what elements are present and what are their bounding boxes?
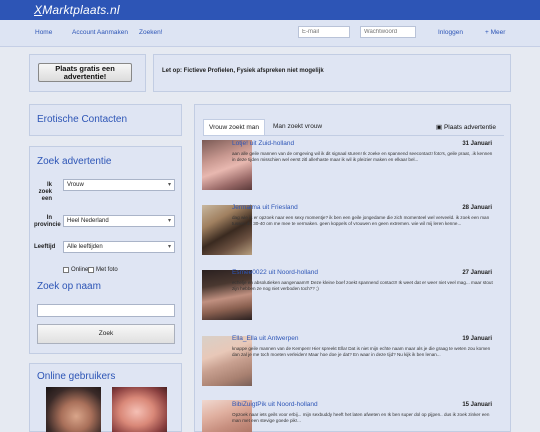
leeftijd-value: Alle leeftijden <box>67 244 103 250</box>
leeftijd-label: Leeftijd <box>34 244 56 250</box>
listing-date: 19 Januari <box>462 336 492 342</box>
listing-name[interactable]: BibiZuigtPik uit Noord-holland <box>232 401 318 408</box>
online-user-photo[interactable] <box>46 387 101 432</box>
search-title: Zoek advertentie <box>37 156 112 167</box>
name-search-input[interactable] <box>37 304 175 317</box>
listing-photo[interactable] <box>202 336 252 386</box>
listing-photo[interactable] <box>202 205 252 255</box>
online-users-title: Online gebruikers <box>37 371 116 382</box>
place-ad-label: Plaats advertentie <box>443 124 497 131</box>
logo-x: X <box>34 3 43 17</box>
logo-text: Marktplaats.nl <box>42 3 120 17</box>
more-link[interactable]: + Meer <box>485 29 505 36</box>
photo-checkbox[interactable] <box>88 267 94 273</box>
chevron-down-icon: ▾ <box>167 244 171 250</box>
provincie-label: In provincie <box>34 215 61 228</box>
listing-text: echelje en absolutieken aangenaam!!! Dez… <box>232 280 493 292</box>
chevron-down-icon: ▾ <box>167 218 171 224</box>
site-logo[interactable]: XMarktplaats.nl <box>34 3 120 17</box>
ik-zoek-value: Vrouw <box>67 182 84 188</box>
listing-name[interactable]: Ella_Ella uit Antwerpen <box>232 335 299 342</box>
erotic-contacts-title: Erotische Contacten <box>37 114 128 125</box>
login-link[interactable]: Inloggen <box>438 29 463 36</box>
notice-panel: Let op: Fictieve Profielen, Fysiek afspr… <box>153 54 511 92</box>
tab-man-zoekt-vrouw[interactable]: Man zoekt vrouw <box>273 123 322 130</box>
email-field[interactable] <box>298 26 350 38</box>
listing-text: dag wie is er opzoek naar een sexy momen… <box>232 215 490 227</box>
listing-text: Opzoek naar iets geils voor erbij... mij… <box>232 412 490 424</box>
online-checkbox[interactable] <box>63 267 69 273</box>
password-field[interactable] <box>360 26 416 38</box>
nav-account-create[interactable]: Account Aanmaken <box>72 29 128 36</box>
top-header: XMarktplaats.nl <box>0 0 540 20</box>
comment-icon: ▣ <box>436 124 443 131</box>
chevron-down-icon: ▾ <box>167 182 171 188</box>
cta-panel: Plaats gratis een advertentie! <box>29 54 146 92</box>
online-user-photo[interactable] <box>112 387 167 432</box>
listing-text: aan alle geile mannen van de omgeving wi… <box>232 151 493 163</box>
provincie-select[interactable]: Heel Nederland ▾ <box>63 215 175 227</box>
listing-text: knappe geile mannen van de Kempen! Hier … <box>232 346 491 358</box>
tab-divider <box>203 135 504 136</box>
listing-photo[interactable] <box>202 140 252 190</box>
erotic-contacts-panel: Erotische Contacten <box>29 104 182 136</box>
listing-date: 31 Januari <box>462 141 492 147</box>
listing-photo[interactable] <box>202 270 252 320</box>
tab-active-label: Vrouw zoekt man <box>209 124 259 131</box>
ik-zoek-label: Ik zoek een <box>38 182 52 202</box>
nav-search[interactable]: Zoeken! <box>139 29 163 36</box>
listing-name[interactable]: Esmee0022 uit Noord-holland <box>232 269 318 276</box>
listing-date: 15 Januari <box>462 402 492 408</box>
ik-zoek-select[interactable]: Vrouw ▾ <box>63 179 175 191</box>
listing-date: 27 Januari <box>462 270 492 276</box>
online-users-panel: Online gebruikers <box>29 363 182 432</box>
nav-bar: Home Account Aanmaken Zoeken! Inloggen +… <box>0 20 540 47</box>
listing-name[interactable]: Jermaima uit Friesland <box>232 204 298 211</box>
photo-label: Met foto <box>96 267 118 273</box>
search-button[interactable]: Zoek <box>37 324 175 344</box>
tab-vrouw-zoekt-man[interactable]: Vrouw zoekt man <box>203 119 265 135</box>
place-ad-button[interactable]: Plaats gratis een advertentie! <box>38 63 132 82</box>
nav-home[interactable]: Home <box>35 29 52 36</box>
notice-text: Let op: Fictieve Profielen, Fysiek afspr… <box>162 68 324 74</box>
search-panel: Zoek advertentie Ik zoek een Vrouw ▾ In p… <box>29 146 182 354</box>
online-label: Online <box>71 267 89 273</box>
name-search-title: Zoek op naam <box>37 281 101 292</box>
listing-name[interactable]: Lotje! uit Zuid-holland <box>232 140 294 147</box>
provincie-value: Heel Nederland <box>67 218 109 224</box>
place-ad-link[interactable]: ▣ Plaats advertentie <box>436 123 496 131</box>
listing-date: 28 Januari <box>462 205 492 211</box>
leeftijd-select[interactable]: Alle leeftijden ▾ <box>63 241 175 253</box>
